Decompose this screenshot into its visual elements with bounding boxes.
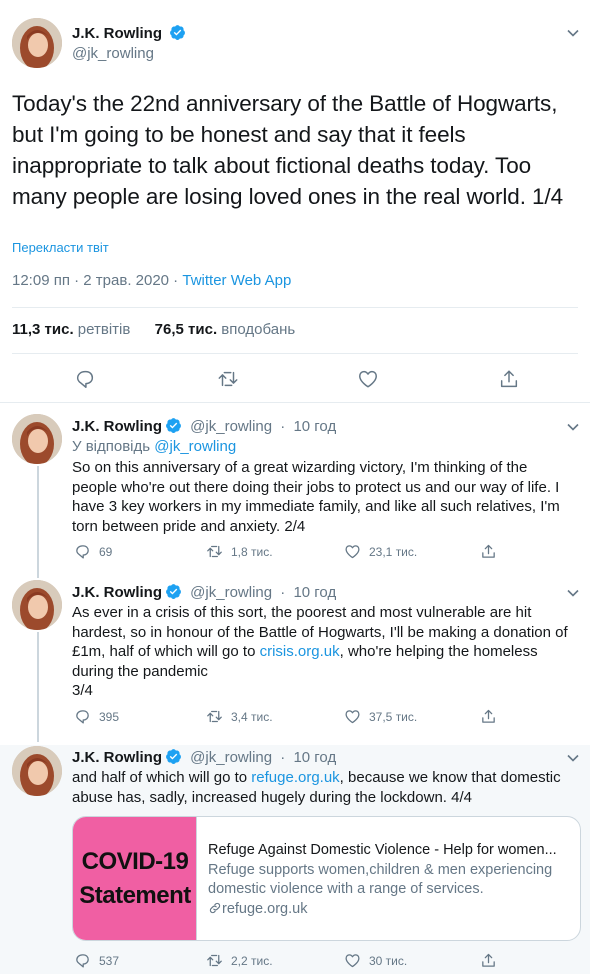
retweet-icon: [207, 954, 222, 967]
translate-link[interactable]: Перекласти твіт: [12, 240, 109, 255]
tweet-age[interactable]: 10 год: [293, 418, 336, 435]
like-icon: [345, 954, 360, 968]
share-button[interactable]: [480, 708, 497, 725]
author-handle[interactable]: @jk_rowling: [190, 584, 272, 601]
tweet-text: As ever in a crisis of this sort, the po…: [72, 604, 568, 699]
chevron-down-icon[interactable]: [566, 751, 580, 765]
share-icon[interactable]: [498, 368, 520, 390]
chevron-down-icon[interactable]: [566, 586, 580, 600]
author-name[interactable]: J.K. Rowling: [72, 749, 162, 766]
card-url: refuge.org.uk: [208, 900, 572, 920]
card-image-line: Statement: [79, 882, 191, 909]
card-text: Refuge Against Domestic Violence - Help …: [208, 841, 572, 919]
chevron-down-icon[interactable]: [566, 420, 580, 434]
retweets-stat[interactable]: 11,3 тис. ретвітів: [12, 321, 130, 338]
tweet-source[interactable]: Twitter Web App: [182, 272, 291, 289]
avatar[interactable]: [12, 580, 62, 630]
share-icon: [482, 544, 495, 558]
link-icon: [209, 902, 221, 913]
thread-line: [37, 466, 39, 578]
card-title: Refuge Against Domestic Violence - Help …: [208, 842, 557, 858]
crisis-link[interactable]: crisis.org.uk: [260, 643, 340, 660]
author-name[interactable]: J.K. Rowling: [72, 584, 162, 601]
tweet-age[interactable]: 10 год: [293, 584, 336, 601]
card-image-line: COVID-19: [81, 848, 189, 875]
tweet-meta: 12:09 пп · 2 трав. 2020 · Twitter Web Ap…: [12, 272, 291, 289]
refuge-link[interactable]: refuge.org.uk: [251, 769, 339, 786]
author-header: J.K. Rowling: [72, 24, 186, 43]
retweet-icon: [207, 710, 222, 723]
divider: [12, 353, 578, 354]
reply-header: J.K. Rowling @jk_rowling · 10 год: [72, 748, 336, 766]
like-icon: [345, 545, 360, 559]
like-button[interactable]: 30 тис.: [344, 952, 407, 969]
author-handle[interactable]: @jk_rowling: [190, 749, 272, 766]
tweet-age[interactable]: 10 год: [293, 749, 336, 766]
thread-line: [37, 632, 39, 742]
share-button[interactable]: [480, 952, 497, 969]
like-button[interactable]: 23,1 тис.: [344, 543, 417, 560]
author-handle[interactable]: @jk_rowling: [72, 45, 154, 62]
share-icon: [482, 953, 495, 967]
reply-button[interactable]: 69: [74, 543, 112, 560]
retweet-button[interactable]: 1,8 тис.: [206, 543, 273, 560]
chevron-down-icon[interactable]: [566, 26, 580, 40]
retweet-button[interactable]: 2,2 тис.: [206, 952, 273, 969]
card-image: COVID-19 Statement: [73, 817, 197, 940]
share-icon: [482, 709, 495, 723]
tweet-stats: 11,3 тис. ретвітів 76,5 тис. вподобань: [12, 321, 295, 338]
reply-icon: [76, 545, 89, 559]
retweet-icon[interactable]: [217, 368, 239, 390]
like-icon[interactable]: [357, 368, 379, 390]
author-name[interactable]: J.K. Rowling: [72, 25, 162, 42]
verified-badge-icon: [169, 24, 186, 41]
divider: [0, 402, 590, 403]
tweet-text: and half of which will go to refuge.org.…: [72, 769, 561, 806]
author-handle[interactable]: @jk_rowling: [190, 418, 272, 435]
reply-button[interactable]: 537: [74, 952, 119, 969]
avatar[interactable]: [12, 414, 62, 464]
separator-dot: ·: [280, 584, 286, 601]
retweet-button[interactable]: 3,4 тис.: [206, 708, 273, 725]
tweet-text: So on this anniversary of a great wizard…: [72, 459, 560, 535]
reply-icon[interactable]: [74, 368, 96, 390]
divider: [12, 307, 578, 308]
retweet-icon: [207, 545, 222, 558]
reply-icon: [76, 954, 89, 968]
link-card[interactable]: COVID-19 Statement Refuge Against Domest…: [72, 816, 581, 941]
reply-actions: 69 1,8 тис. 23,1 тис.: [72, 543, 552, 563]
reply-button[interactable]: 395: [74, 708, 119, 725]
reply-header: J.K. Rowling @jk_rowling · 10 год: [72, 583, 336, 601]
verified-badge-icon: [165, 417, 182, 434]
reply-actions: 395 3,4 тис. 37,5 тис.: [72, 708, 552, 728]
card-description: Refuge supports women,children & men exp…: [208, 861, 553, 898]
like-button[interactable]: 37,5 тис.: [344, 708, 417, 725]
tweet-text: Today's the 22nd anniversary of the Batt…: [12, 91, 563, 209]
verified-badge-icon: [165, 583, 182, 600]
like-icon: [345, 710, 360, 724]
reply-to-line: У відповідь @jk_rowling: [72, 438, 237, 455]
separator-dot: ·: [280, 418, 286, 435]
reply-to-handle[interactable]: @jk_rowling: [154, 438, 236, 455]
separator-dot: ·: [280, 749, 286, 766]
author-name[interactable]: J.K. Rowling: [72, 418, 162, 435]
avatar[interactable]: [12, 746, 62, 796]
reply-actions: 537 2,2 тис. 30 тис.: [72, 952, 552, 972]
tweet-timestamp[interactable]: 12:09 пп · 2 трав. 2020 ·: [12, 272, 182, 289]
likes-stat[interactable]: 76,5 тис. вподобань: [155, 321, 296, 338]
share-button[interactable]: [480, 543, 497, 560]
verified-badge-icon: [165, 748, 182, 765]
reply-icon: [76, 710, 89, 724]
avatar[interactable]: [12, 18, 62, 68]
reply-header: J.K. Rowling @jk_rowling · 10 год: [72, 417, 336, 435]
